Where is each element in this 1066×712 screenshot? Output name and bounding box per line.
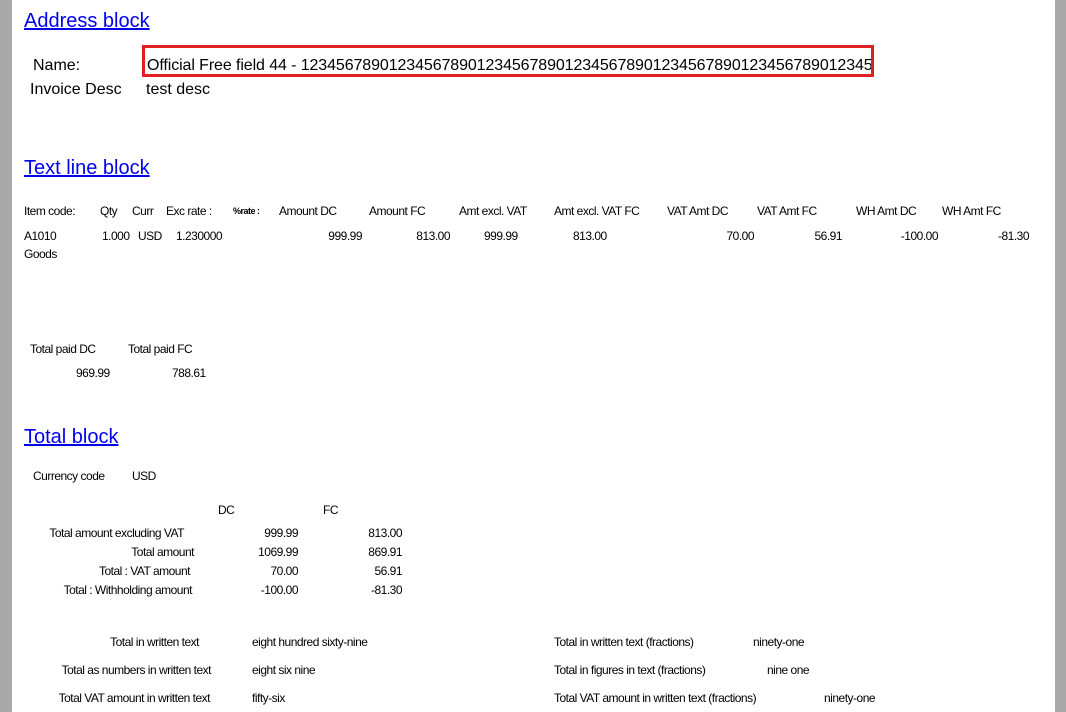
row-amount-dc: 999.99 [328,229,362,243]
row-curr: USD [138,229,162,243]
total-row-fc: 56.91 [374,564,402,578]
col-wh-amt-dc: WH Amt DC [856,204,917,218]
row-qty: 1.000 [102,229,130,243]
fraction-label: Total VAT amount in written text (fracti… [554,691,757,705]
row-exc-rate: 1.230000 [176,229,223,243]
total-row-fc: -81.30 [370,583,403,597]
total-row-dc: -100.00 [260,583,299,597]
row-item-code: A1010 [24,229,57,243]
fraction-value: ninety-one [753,635,805,649]
row-wh-amt-dc: -100.00 [900,229,939,243]
total-paid-fc-label: Total paid FC [128,342,193,356]
fraction-label: Total in written text (fractions) [554,635,694,649]
col-wh-amt-fc: WH Amt FC [942,204,1001,218]
row-amount-fc: 813.00 [416,229,450,243]
total-col-dc: DC [218,503,235,517]
row-amt-excl-vat: 999.99 [484,229,518,243]
col-vat-amt-dc: VAT Amt DC [667,204,729,218]
fraction-value: nine one [767,663,810,677]
col-vat-amt-fc: VAT Amt FC [757,204,817,218]
col-amt-excl-vat: Amt excl. VAT [459,204,527,218]
row-wh-amt-fc: -81.30 [997,229,1030,243]
total-row-dc: 999.99 [264,526,298,540]
invoice-desc-value: test desc [146,81,211,98]
total-col-fc: FC [323,503,339,517]
row-vat-amt-dc: 70.00 [726,229,754,243]
name-label: Name: [33,57,81,74]
written-label: Total VAT amount in written text [58,691,211,705]
report-page: Address block Name: Official Free field … [12,0,1055,712]
total-block-heading[interactable]: Total block [24,426,119,449]
written-label: Total in written text [110,635,199,649]
row-amt-excl-vat-fc: 813.00 [573,229,607,243]
total-paid-dc-label: Total paid DC [30,342,96,356]
total-row-label: Total : Withholding amount [63,583,193,597]
written-value: eight hundred sixty-nine [252,635,368,649]
total-row-dc: 1069.99 [258,545,298,559]
col-amount-dc: Amount DC [279,204,337,218]
address-block-heading[interactable]: Address block [24,10,150,33]
total-paid-dc-value: 969.99 [76,366,110,380]
col-curr: Curr [132,204,154,218]
total-paid-fc-value: 788.61 [172,366,206,380]
currency-code-label: Currency code [33,469,105,483]
total-row-fc: 813.00 [368,526,402,540]
fraction-label: Total in figures in text (fractions) [554,663,706,677]
total-row-label: Total amount [131,545,194,559]
total-row-label: Total : VAT amount [98,564,191,578]
total-row-label: Total amount excluding VAT [49,526,184,540]
col-exc-rate: Exc rate : [166,204,212,218]
total-row-fc: 869.91 [368,545,402,559]
col-amount-fc: Amount FC [369,204,426,218]
row-vat-amt-fc: 56.91 [814,229,842,243]
currency-code-value: USD [132,469,156,483]
row-description: Goods [24,247,57,261]
fraction-value: ninety-one [824,691,876,705]
col-amt-excl-vat-fc: Amt excl. VAT FC [554,204,640,218]
col-pct-rate: %rate : [233,206,260,216]
written-value: eight six nine [252,663,316,677]
written-label: Total as numbers in written text [61,663,212,677]
name-highlight-box [142,45,874,77]
invoice-desc-label: Invoice Desc [30,81,122,98]
col-item-code: Item code: [24,204,76,218]
total-row-dc: 70.00 [270,564,298,578]
col-qty: Qty [100,204,118,218]
text-line-block-heading[interactable]: Text line block [24,157,150,180]
written-value: fifty-six [252,691,285,705]
